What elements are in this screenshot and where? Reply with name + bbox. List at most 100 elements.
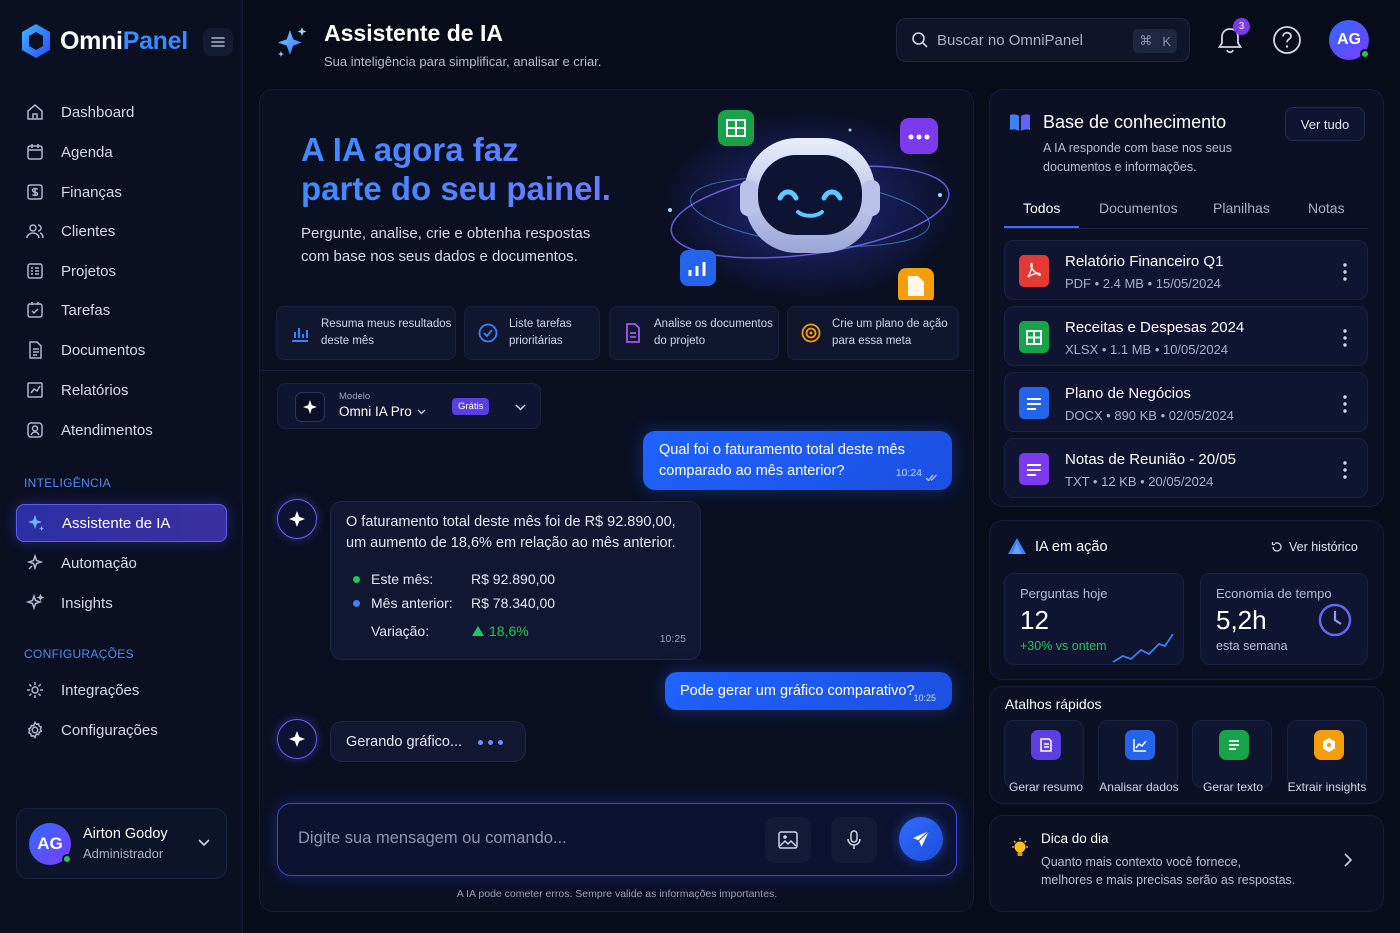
shortcut-analyze[interactable] bbox=[1098, 720, 1178, 788]
nav-atendimentos[interactable]: Atendimentos bbox=[16, 411, 227, 449]
more-options-icon[interactable] bbox=[1343, 395, 1347, 413]
nav-dashboard[interactable]: Dashboard bbox=[16, 93, 227, 131]
stat-value: 5,2h bbox=[1216, 605, 1267, 635]
variation-value: 18,6% bbox=[489, 623, 529, 639]
user-avatar: AG bbox=[29, 822, 72, 865]
document-icon bbox=[29, 341, 42, 359]
attach-image-button[interactable] bbox=[765, 817, 811, 863]
legend-dot-current bbox=[353, 576, 360, 583]
bar-chart-icon bbox=[292, 328, 308, 342]
robot-small-icon bbox=[1008, 538, 1026, 554]
nav-label: Clientes bbox=[61, 222, 116, 240]
hero-text: Pergunte, analise, crie e obtenha respos… bbox=[301, 225, 591, 265]
message-input[interactable]: Digite sua mensagem ou comando... bbox=[277, 803, 957, 876]
suggestion-chip-docs[interactable]: Analise os documentos do projeto bbox=[609, 306, 779, 360]
message-time: 10:24 bbox=[895, 467, 922, 479]
double-check-icon bbox=[925, 474, 937, 482]
tab-notes[interactable]: Notas bbox=[1308, 200, 1345, 216]
stat-label: Este mês: bbox=[371, 571, 434, 587]
view-history-link[interactable]: Ver histórico bbox=[1271, 540, 1358, 554]
document-row[interactable]: Notas de Reunião - 20/05 TXT • 12 KB • 2… bbox=[1004, 438, 1368, 498]
nav-label: Tarefas bbox=[61, 301, 111, 319]
suggestion-chip-plan[interactable]: Crie um plano de ação para essa meta bbox=[787, 306, 959, 360]
stat-label: Mês anterior: bbox=[371, 595, 453, 611]
document-row[interactable]: Plano de Negócios DOCX • 890 KB • 02/05/… bbox=[1004, 372, 1368, 432]
shortcut-text[interactable] bbox=[1192, 720, 1272, 788]
nav-ai-assistant[interactable]: Assistente de IA bbox=[16, 504, 227, 542]
nav-projetos[interactable]: Projetos bbox=[16, 252, 227, 290]
more-options-icon[interactable] bbox=[1343, 461, 1347, 479]
model-icon-box bbox=[295, 392, 325, 422]
input-placeholder: Digite sua mensagem ou comando... bbox=[298, 829, 567, 847]
nav-automacao[interactable]: Automação bbox=[16, 544, 227, 582]
document-row[interactable]: Relatório Financeiro Q1 PDF • 2.4 MB • 1… bbox=[1004, 240, 1368, 300]
shortcut-label: Gerar resumo bbox=[1008, 780, 1084, 794]
model-selector[interactable]: Modelo Omni IA Pro Grátis bbox=[277, 383, 541, 429]
document-name: Receitas e Despesas 2024 bbox=[1065, 319, 1245, 336]
chevron-down-icon bbox=[198, 839, 210, 847]
header-avatar[interactable]: AG bbox=[1329, 20, 1370, 60]
user-role: Administrador bbox=[83, 846, 164, 861]
nav-label: Configurações bbox=[61, 721, 158, 739]
more-options-icon[interactable] bbox=[1343, 263, 1347, 281]
search-input[interactable]: Buscar no OmniPanel ⌘ K bbox=[896, 18, 1190, 62]
nav-label: Agenda bbox=[61, 143, 113, 161]
tab-documents[interactable]: Documentos bbox=[1099, 200, 1178, 216]
nav-tarefas[interactable]: Tarefas bbox=[16, 291, 227, 329]
nav-documentos[interactable]: Documentos bbox=[16, 331, 227, 369]
user-card[interactable]: AG Airton Godoy Administrador bbox=[16, 808, 227, 879]
send-icon bbox=[913, 830, 930, 847]
voice-input-button[interactable] bbox=[831, 817, 877, 863]
suggestion-chip-summary[interactable]: Resuma meus resultados deste mês bbox=[276, 306, 456, 360]
notification-count-badge: 3 bbox=[1233, 18, 1250, 35]
nav-relatorios[interactable]: Relatórios bbox=[16, 371, 227, 409]
automation-icon bbox=[26, 553, 44, 571]
users-icon bbox=[26, 224, 44, 239]
questions-today-card: Perguntas hoje 12 +30% vs ontem bbox=[1004, 573, 1184, 665]
send-button[interactable] bbox=[899, 817, 943, 861]
app-logo[interactable]: OmniPanel bbox=[20, 22, 188, 60]
document-meta: XLSX • 1.1 MB • 10/05/2024 bbox=[1065, 342, 1229, 357]
nav-label: Documentos bbox=[61, 341, 146, 359]
suggestion-chip-tasks[interactable]: Liste tarefas prioritárias bbox=[464, 306, 600, 360]
page-subtitle: Sua inteligência para simplificar, anali… bbox=[324, 54, 602, 69]
notifications-button[interactable]: 3 bbox=[1214, 18, 1250, 58]
nav-label: Projetos bbox=[61, 262, 117, 280]
message-time: 10:25 bbox=[659, 633, 686, 645]
document-row[interactable]: Receitas e Despesas 2024 XLSX • 1.1 MB •… bbox=[1004, 306, 1368, 366]
stat-value: R$ 78.340,00 bbox=[471, 595, 556, 611]
help-icon bbox=[1273, 26, 1301, 54]
logo-icon bbox=[22, 24, 50, 58]
stat-label: Variação: bbox=[371, 623, 430, 639]
online-status-dot bbox=[1360, 49, 1370, 59]
nav-agenda[interactable]: Agenda bbox=[16, 133, 227, 171]
menu-toggle-button[interactable] bbox=[203, 28, 233, 56]
clock-icon bbox=[1318, 603, 1352, 637]
shortcut-insights[interactable] bbox=[1287, 720, 1367, 788]
ai-message: O faturamento total deste mês foi de R$ … bbox=[330, 501, 701, 660]
model-badge: Grátis bbox=[452, 398, 490, 415]
nav-configuracoes[interactable]: Configurações bbox=[16, 711, 227, 749]
document-meta: PDF • 2.4 MB • 15/05/2024 bbox=[1065, 276, 1221, 291]
sidebar: OmniPanel Dashboard Agenda Finanças Clie… bbox=[0, 0, 243, 933]
nav-label: Relatórios bbox=[61, 381, 129, 399]
user-message: Qual foi o faturamento total deste mês c… bbox=[643, 431, 952, 490]
tab-spreadsheets[interactable]: Planilhas bbox=[1213, 200, 1270, 216]
nav-clientes[interactable]: Clientes bbox=[16, 212, 227, 250]
insights-icon bbox=[25, 593, 45, 611]
nav-insights[interactable]: Insights bbox=[16, 584, 227, 622]
view-all-button[interactable]: Ver tudo bbox=[1285, 107, 1365, 141]
tab-all[interactable]: Todos bbox=[1023, 200, 1060, 216]
nav-label: Finanças bbox=[61, 183, 122, 201]
more-options-icon[interactable] bbox=[1343, 329, 1347, 347]
chevron-right-icon[interactable] bbox=[1344, 853, 1352, 867]
search-icon bbox=[912, 32, 928, 48]
projects-icon bbox=[27, 263, 43, 279]
sparkline-chart bbox=[1112, 633, 1174, 663]
sparkle-icon bbox=[28, 515, 44, 531]
nav-integracoes[interactable]: Integrações bbox=[16, 671, 227, 709]
help-button[interactable] bbox=[1271, 22, 1303, 58]
sparkle-icon bbox=[289, 511, 305, 527]
nav-financas[interactable]: Finanças bbox=[16, 173, 227, 211]
shortcut-summary[interactable] bbox=[1004, 720, 1084, 788]
